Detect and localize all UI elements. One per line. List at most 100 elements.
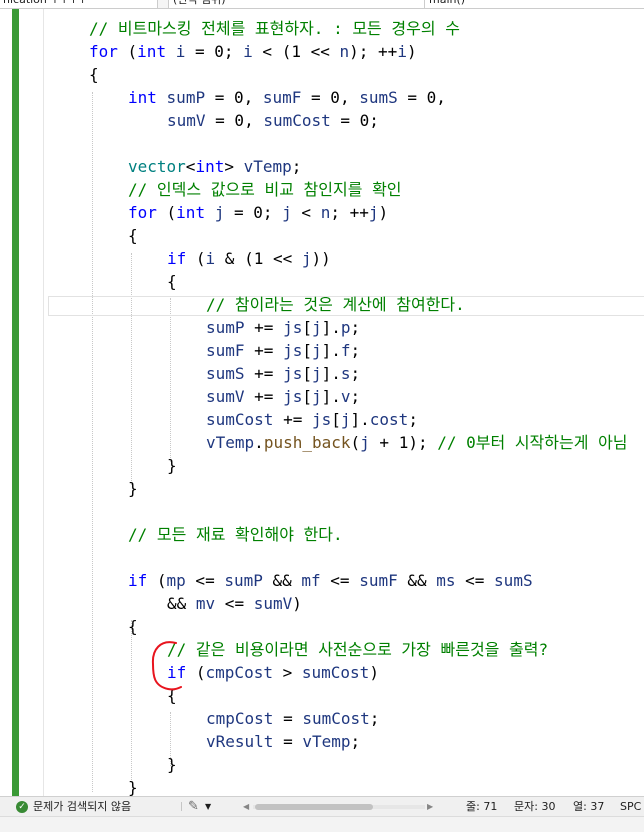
- code-token: j: [282, 203, 292, 222]
- code-line[interactable]: if (cmpCost > sumCost): [167, 661, 379, 684]
- code-token: for: [89, 42, 118, 61]
- code-line[interactable]: sumP += js[j].p;: [206, 316, 360, 339]
- issues-status[interactable]: 문제가 검색되지 않음: [33, 797, 131, 817]
- code-token: ): [369, 663, 379, 682]
- code-token: sumF: [359, 571, 398, 590]
- code-token: [: [302, 341, 312, 360]
- code-token: [: [302, 387, 312, 406]
- project-dropdown[interactable]: nication ↑↑↑↑: [0, 0, 158, 8]
- whitespace-mode-indicator[interactable]: SPC: [620, 797, 641, 817]
- code-line[interactable]: for (int j = 0; j < n; ++j): [128, 201, 388, 224]
- code-token: <: [185, 157, 196, 176]
- chevron-down-icon[interactable]: ▼: [205, 797, 211, 817]
- code-token: ].: [321, 341, 341, 360]
- code-token: .: [254, 433, 264, 452]
- code-line[interactable]: {: [128, 615, 138, 638]
- code-token: vTemp: [302, 732, 351, 751]
- code-token: sumCost: [206, 410, 274, 429]
- code-token: vector: [128, 157, 186, 176]
- code-token: ms: [436, 571, 456, 590]
- code-token: j: [214, 203, 225, 222]
- code-line[interactable]: }: [128, 477, 138, 500]
- gutter-separator: [43, 9, 44, 796]
- code-line[interactable]: sumCost += js[j].cost;: [206, 408, 418, 431]
- code-line[interactable]: sumF += js[j].f;: [206, 339, 360, 362]
- code-token: ;: [350, 387, 361, 406]
- code-token: }: [128, 778, 138, 797]
- check-circle-icon[interactable]: ✓: [16, 801, 28, 813]
- code-token: >: [224, 157, 244, 176]
- code-line[interactable]: // 같은 비용이라면 사전순으로 가장 빠른것을 출력?: [167, 638, 548, 661]
- code-line[interactable]: vTemp.push_back(j + 1); // 0부터 시작하는게 아님: [206, 431, 628, 454]
- scroll-left-icon[interactable]: ◀: [243, 802, 251, 812]
- code-token: // 0부터 시작하는게 아님: [437, 433, 628, 452]
- code-line[interactable]: vector<int> vTemp;: [128, 155, 301, 178]
- code-line[interactable]: vResult = vTemp;: [206, 730, 360, 753]
- code-line[interactable]: if (i & (1 << j)): [167, 247, 331, 270]
- code-token: cmpCost: [206, 709, 274, 728]
- code-token: ); ++: [349, 42, 398, 61]
- code-line[interactable]: }: [167, 753, 177, 776]
- code-token: (: [117, 42, 138, 61]
- code-line[interactable]: sumS += js[j].s;: [206, 362, 360, 385]
- code-token: n: [320, 203, 331, 222]
- code-token: ;: [369, 709, 380, 728]
- code-token: sumF: [262, 88, 302, 107]
- scrollbar-thumb[interactable]: [255, 804, 373, 810]
- char-indicator[interactable]: 문자: 30: [514, 797, 555, 817]
- code-line[interactable]: int sumP = 0, sumF = 0, sumS = 0,: [128, 86, 446, 109]
- code-token: {: [167, 272, 177, 291]
- code-token: i: [243, 42, 253, 61]
- scroll-right-icon[interactable]: ▶: [427, 802, 435, 812]
- code-line[interactable]: }: [167, 454, 177, 477]
- code-token: [: [302, 364, 312, 383]
- code-token: sumF: [206, 341, 245, 360]
- code-token: j: [311, 364, 322, 383]
- code-line[interactable]: {: [89, 63, 99, 86]
- scope-dropdown[interactable]: (전역 범위): [168, 0, 426, 8]
- code-token: = 0;: [185, 42, 244, 61]
- code-line[interactable]: sumV = 0, sumCost = 0;: [167, 109, 379, 132]
- code-line[interactable]: // 모든 재료 확인해야 한다.: [128, 523, 343, 546]
- line-indicator[interactable]: 줄: 71: [466, 797, 497, 817]
- code-line[interactable]: cmpCost = sumCost;: [206, 707, 379, 730]
- code-line[interactable]: && mv <= sumV): [167, 592, 302, 615]
- code-token: (: [147, 571, 167, 590]
- member-dropdown[interactable]: main(): [424, 0, 644, 8]
- column-indicator[interactable]: 열: 37: [573, 797, 604, 817]
- code-token: s: [340, 364, 351, 383]
- code-line[interactable]: // 비트마스킹 전체를 표현하자. : 모든 경우의 수: [89, 17, 460, 40]
- code-token: j: [301, 249, 312, 268]
- code-token: <=: [185, 571, 225, 590]
- code-token: int: [137, 42, 167, 61]
- code-token: sumCost: [301, 663, 370, 682]
- code-token: [: [331, 410, 341, 429]
- horizontal-scrollbar[interactable]: ◀ ▶: [243, 802, 435, 812]
- code-token: j: [368, 203, 379, 222]
- code-token: js: [283, 318, 303, 337]
- code-token: (: [350, 433, 361, 452]
- code-token: +=: [244, 341, 284, 360]
- code-token: int: [195, 157, 225, 176]
- code-line[interactable]: {: [167, 270, 177, 293]
- code-token: mp: [166, 571, 186, 590]
- code-line[interactable]: // 인덱스 값으로 비교 참인지를 확인: [128, 178, 402, 201]
- code-token: =: [273, 732, 303, 751]
- code-token: sumS: [206, 364, 245, 383]
- code-token: sumV: [253, 594, 293, 613]
- brush-icon[interactable]: ✎: [188, 797, 199, 817]
- code-line[interactable]: {: [128, 224, 138, 247]
- code-line[interactable]: // 참이라는 것은 계산에 참여한다.: [206, 293, 465, 316]
- code-token: [: [302, 318, 312, 337]
- code-token: = 0,: [301, 88, 360, 107]
- code-token: = 0;: [224, 203, 283, 222]
- code-token: = 0,: [205, 111, 264, 130]
- code-line[interactable]: if (mp <= sumP && mf <= sumF && ms <= su…: [128, 569, 533, 592]
- editor-gutter: [0, 9, 44, 796]
- code-line[interactable]: sumV += js[j].v;: [206, 385, 360, 408]
- code-token: ;: [350, 364, 361, 383]
- code-line[interactable]: for (int i = 0; i < (1 << n); ++i): [89, 40, 417, 63]
- code-token: i: [205, 249, 216, 268]
- code-token: ): [406, 42, 417, 61]
- code-token: vTemp: [206, 433, 255, 452]
